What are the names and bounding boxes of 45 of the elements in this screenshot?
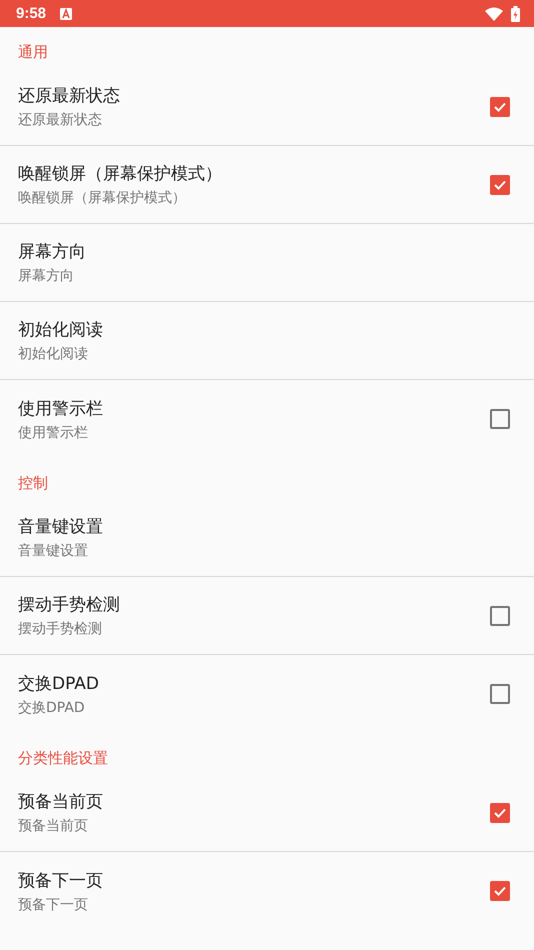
section-header: 通用: [17, 42, 49, 63]
item-summary: 预备当前页: [18, 817, 89, 835]
settings-item[interactable]: 摆动手势检测 摆动手势检测: [0, 577, 534, 655]
item-title: 音量键设置: [18, 516, 104, 538]
item-summary: 唤醒锁屏（屏幕保护模式）: [18, 189, 187, 207]
item-title: 使用警示栏: [18, 398, 104, 420]
section-header: 控制: [17, 473, 49, 494]
wifi-icon: [485, 6, 503, 20]
settings-item[interactable]: 预备下一页 预备下一页: [0, 852, 534, 930]
checkbox[interactable]: [490, 684, 510, 704]
item-title: 初始化阅读: [18, 319, 104, 341]
checkbox[interactable]: [490, 174, 510, 194]
item-summary: 屏幕方向: [18, 267, 75, 285]
settings-item[interactable]: 屏幕方向 屏幕方向: [0, 224, 534, 302]
item-title: 唤醒锁屏（屏幕保护模式）: [18, 163, 223, 185]
item-title: 预备下一页: [18, 870, 104, 892]
settings-item[interactable]: 预备当前页 预备当前页: [0, 774, 534, 852]
checkbox[interactable]: [490, 606, 510, 626]
item-summary: 音量键设置: [18, 542, 89, 560]
battery-icon: [511, 6, 520, 22]
settings-item[interactable]: 初始化阅读 初始化阅读: [0, 302, 534, 380]
item-summary: 还原最新状态: [18, 111, 103, 129]
settings-item[interactable]: 音量键设置 音量键设置: [0, 499, 534, 577]
checkmark-icon: [493, 884, 507, 898]
item-summary: 摆动手势检测: [18, 620, 103, 638]
item-summary: 交换DPAD: [18, 698, 86, 716]
item-title: 摆动手势检测: [18, 594, 121, 616]
item-title: 屏幕方向: [18, 241, 87, 263]
settings-item[interactable]: 还原最新状态 还原最新状态: [0, 68, 534, 146]
checkbox[interactable]: [490, 802, 510, 822]
section-header: 分类性能设置: [17, 748, 109, 769]
settings-item[interactable]: 使用警示栏 使用警示栏: [0, 380, 534, 458]
checkbox[interactable]: [490, 881, 510, 901]
settings-item[interactable]: 交换DPAD 交换DPAD: [0, 655, 534, 733]
item-summary: 使用警示栏: [18, 424, 89, 442]
item-summary: 初始化阅读: [18, 345, 89, 363]
checkbox[interactable]: [490, 409, 510, 429]
item-title: 预备当前页: [18, 791, 104, 813]
item-summary: 预备下一页: [18, 896, 89, 914]
status-time: 9:58: [16, 5, 46, 22]
settings-item[interactable]: 唤醒锁屏（屏幕保护模式） 唤醒锁屏（屏幕保护模式）: [0, 146, 534, 224]
item-title: 还原最新状态: [18, 85, 121, 107]
item-title: 交换DPAD: [18, 672, 100, 694]
checkbox[interactable]: [490, 96, 510, 116]
notification-icon: [60, 8, 72, 20]
